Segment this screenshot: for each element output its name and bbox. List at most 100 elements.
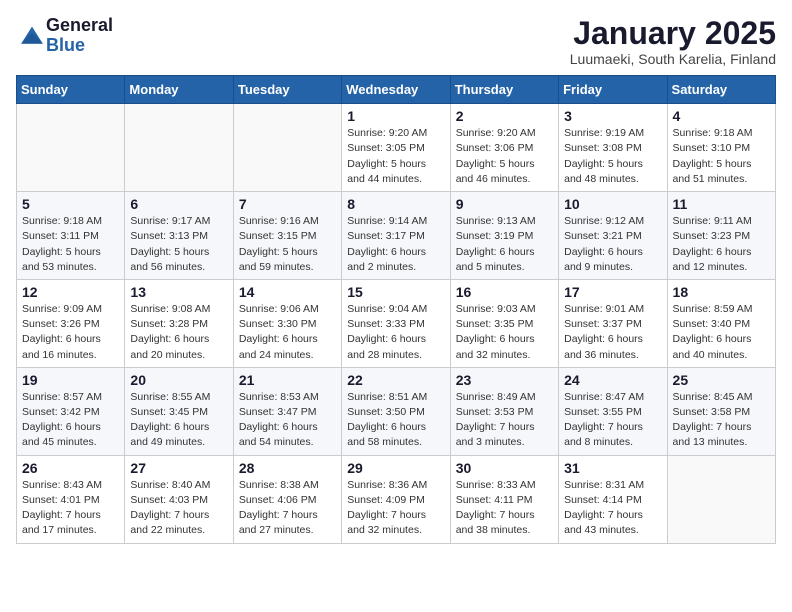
day-info: Sunrise: 8:55 AM Sunset: 3:45 PM Dayligh…	[130, 390, 227, 451]
day-info: Sunrise: 8:47 AM Sunset: 3:55 PM Dayligh…	[564, 390, 661, 451]
day-number: 10	[564, 196, 661, 212]
calendar-day-cell: 9 Sunrise: 9:13 AM Sunset: 3:19 PM Daylig…	[450, 192, 558, 280]
title-block: January 2025 Luumaeki, South Karelia, Fi…	[570, 16, 776, 67]
calendar-day-cell	[233, 104, 341, 192]
calendar-day-cell: 31 Sunrise: 8:31 AM Sunset: 4:14 PM Dayli…	[559, 455, 667, 543]
day-number: 3	[564, 108, 661, 124]
calendar-day-cell: 3 Sunrise: 9:19 AM Sunset: 3:08 PM Daylig…	[559, 104, 667, 192]
day-info: Sunrise: 9:03 AM Sunset: 3:35 PM Dayligh…	[456, 302, 553, 363]
day-info: Sunrise: 8:31 AM Sunset: 4:14 PM Dayligh…	[564, 478, 661, 539]
calendar-day-cell: 4Sunrise: 9:18 AM Sunset: 3:10 PM Daylig…	[667, 104, 775, 192]
day-info: Sunrise: 9:12 AM Sunset: 3:21 PM Dayligh…	[564, 214, 661, 275]
day-info: Sunrise: 8:57 AM Sunset: 3:42 PM Dayligh…	[22, 390, 119, 451]
calendar-day-header: Tuesday	[233, 76, 341, 104]
day-info: Sunrise: 9:16 AM Sunset: 3:15 PM Dayligh…	[239, 214, 336, 275]
day-info: Sunrise: 9:09 AM Sunset: 3:26 PM Dayligh…	[22, 302, 119, 363]
day-number: 19	[22, 372, 119, 388]
calendar-day-cell: 5 Sunrise: 9:18 AM Sunset: 3:11 PM Daylig…	[17, 192, 125, 280]
day-info: Sunrise: 8:36 AM Sunset: 4:09 PM Dayligh…	[347, 478, 444, 539]
calendar-day-cell: 19 Sunrise: 8:57 AM Sunset: 3:42 PM Dayli…	[17, 367, 125, 455]
calendar-day-cell: 20 Sunrise: 8:55 AM Sunset: 3:45 PM Dayli…	[125, 367, 233, 455]
day-number: 20	[130, 372, 227, 388]
day-info: Sunrise: 8:53 AM Sunset: 3:47 PM Dayligh…	[239, 390, 336, 451]
logo-icon	[18, 22, 46, 50]
logo-blue-text: Blue	[46, 36, 113, 56]
day-number: 30	[456, 460, 553, 476]
day-number: 23	[456, 372, 553, 388]
day-number: 29	[347, 460, 444, 476]
calendar-day-cell: 30Sunrise: 8:33 AM Sunset: 4:11 PM Dayli…	[450, 455, 558, 543]
calendar-day-cell: 6 Sunrise: 9:17 AM Sunset: 3:13 PM Daylig…	[125, 192, 233, 280]
calendar-day-cell: 10 Sunrise: 9:12 AM Sunset: 3:21 PM Dayli…	[559, 192, 667, 280]
calendar-day-cell	[17, 104, 125, 192]
day-number: 13	[130, 284, 227, 300]
day-number: 2	[456, 108, 553, 124]
calendar-table: SundayMondayTuesdayWednesdayThursdayFrid…	[16, 75, 776, 543]
day-number: 16	[456, 284, 553, 300]
header: General Blue January 2025 Luumaeki, Sout…	[16, 16, 776, 67]
calendar-week-row: 1 Sunrise: 9:20 AM Sunset: 3:05 PM Daylig…	[17, 104, 776, 192]
day-info: Sunrise: 9:17 AM Sunset: 3:13 PM Dayligh…	[130, 214, 227, 275]
calendar-day-cell: 24 Sunrise: 8:47 AM Sunset: 3:55 PM Dayli…	[559, 367, 667, 455]
calendar-header-row: SundayMondayTuesdayWednesdayThursdayFrid…	[17, 76, 776, 104]
day-info: Sunrise: 9:20 AM Sunset: 3:06 PM Dayligh…	[456, 126, 553, 187]
day-info: Sunrise: 8:51 AM Sunset: 3:50 PM Dayligh…	[347, 390, 444, 451]
calendar-day-cell: 18Sunrise: 8:59 AM Sunset: 3:40 PM Dayli…	[667, 279, 775, 367]
day-info: Sunrise: 8:43 AM Sunset: 4:01 PM Dayligh…	[22, 478, 119, 539]
day-info: Sunrise: 9:13 AM Sunset: 3:19 PM Dayligh…	[456, 214, 553, 275]
calendar-day-header: Friday	[559, 76, 667, 104]
day-info: Sunrise: 9:01 AM Sunset: 3:37 PM Dayligh…	[564, 302, 661, 363]
calendar-week-row: 5 Sunrise: 9:18 AM Sunset: 3:11 PM Daylig…	[17, 192, 776, 280]
day-number: 25	[673, 372, 770, 388]
day-number: 11	[673, 196, 770, 212]
calendar-day-cell: 27Sunrise: 8:40 AM Sunset: 4:03 PM Dayli…	[125, 455, 233, 543]
day-number: 26	[22, 460, 119, 476]
day-number: 9	[456, 196, 553, 212]
calendar-day-header: Wednesday	[342, 76, 450, 104]
day-number: 14	[239, 284, 336, 300]
calendar-day-header: Saturday	[667, 76, 775, 104]
calendar-day-cell: 13 Sunrise: 9:08 AM Sunset: 3:28 PM Dayli…	[125, 279, 233, 367]
calendar-day-cell: 25 Sunrise: 8:45 AM Sunset: 3:58 PM Dayli…	[667, 367, 775, 455]
day-number: 8	[347, 196, 444, 212]
calendar-day-cell: 21 Sunrise: 8:53 AM Sunset: 3:47 PM Dayli…	[233, 367, 341, 455]
day-info: Sunrise: 9:11 AM Sunset: 3:23 PM Dayligh…	[673, 214, 770, 275]
day-number: 21	[239, 372, 336, 388]
day-number: 27	[130, 460, 227, 476]
day-number: 17	[564, 284, 661, 300]
calendar-week-row: 19 Sunrise: 8:57 AM Sunset: 3:42 PM Dayli…	[17, 367, 776, 455]
day-number: 31	[564, 460, 661, 476]
day-info: Sunrise: 9:19 AM Sunset: 3:08 PM Dayligh…	[564, 126, 661, 187]
calendar-day-header: Monday	[125, 76, 233, 104]
day-info: Sunrise: 9:08 AM Sunset: 3:28 PM Dayligh…	[130, 302, 227, 363]
calendar-day-cell: 16 Sunrise: 9:03 AM Sunset: 3:35 PM Dayli…	[450, 279, 558, 367]
day-info: Sunrise: 8:45 AM Sunset: 3:58 PM Dayligh…	[673, 390, 770, 451]
calendar-day-cell: 17 Sunrise: 9:01 AM Sunset: 3:37 PM Dayli…	[559, 279, 667, 367]
day-number: 18	[673, 284, 770, 300]
calendar-week-row: 12 Sunrise: 9:09 AM Sunset: 3:26 PM Dayli…	[17, 279, 776, 367]
calendar-day-cell: 23Sunrise: 8:49 AM Sunset: 3:53 PM Dayli…	[450, 367, 558, 455]
page-container: General Blue January 2025 Luumaeki, Sout…	[0, 0, 792, 554]
day-info: Sunrise: 9:18 AM Sunset: 3:11 PM Dayligh…	[22, 214, 119, 275]
month-title: January 2025	[570, 16, 776, 51]
day-info: Sunrise: 9:14 AM Sunset: 3:17 PM Dayligh…	[347, 214, 444, 275]
day-number: 1	[347, 108, 444, 124]
logo-general-text: General	[46, 16, 113, 36]
calendar-day-cell: 12 Sunrise: 9:09 AM Sunset: 3:26 PM Dayli…	[17, 279, 125, 367]
calendar-week-row: 26 Sunrise: 8:43 AM Sunset: 4:01 PM Dayli…	[17, 455, 776, 543]
calendar-day-cell: 8 Sunrise: 9:14 AM Sunset: 3:17 PM Daylig…	[342, 192, 450, 280]
calendar-day-cell: 14Sunrise: 9:06 AM Sunset: 3:30 PM Dayli…	[233, 279, 341, 367]
day-number: 24	[564, 372, 661, 388]
calendar-day-cell	[125, 104, 233, 192]
logo: General Blue	[16, 16, 113, 56]
calendar-day-cell: 26 Sunrise: 8:43 AM Sunset: 4:01 PM Dayli…	[17, 455, 125, 543]
day-info: Sunrise: 9:04 AM Sunset: 3:33 PM Dayligh…	[347, 302, 444, 363]
day-info: Sunrise: 9:20 AM Sunset: 3:05 PM Dayligh…	[347, 126, 444, 187]
day-number: 5	[22, 196, 119, 212]
day-number: 6	[130, 196, 227, 212]
day-number: 12	[22, 284, 119, 300]
calendar-day-header: Thursday	[450, 76, 558, 104]
day-info: Sunrise: 9:18 AM Sunset: 3:10 PM Dayligh…	[673, 126, 770, 187]
calendar-day-cell: 28Sunrise: 8:38 AM Sunset: 4:06 PM Dayli…	[233, 455, 341, 543]
day-number: 15	[347, 284, 444, 300]
